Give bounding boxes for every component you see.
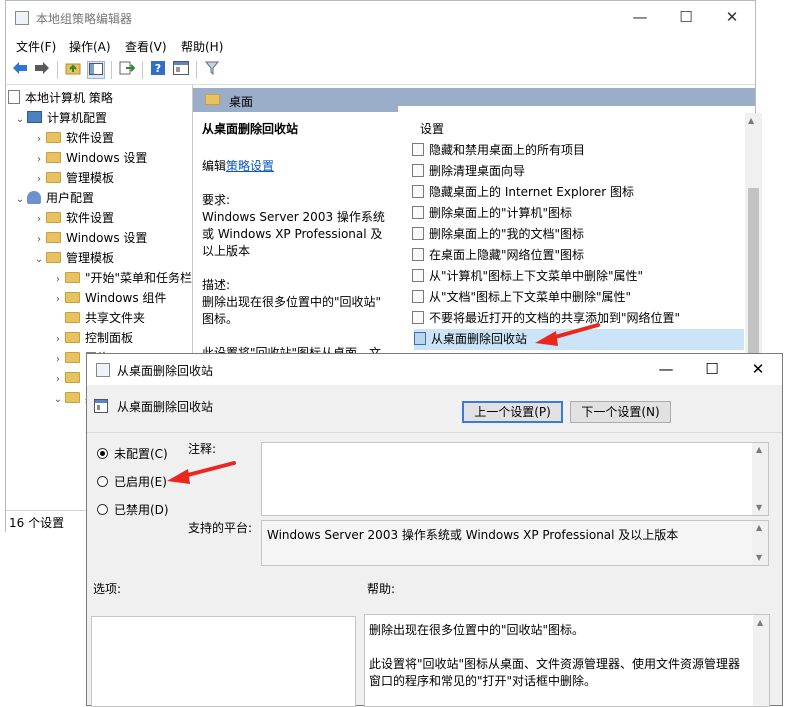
annotation-arrow-setting [535, 323, 600, 346]
annotation-arrow-enabled [167, 461, 236, 484]
annotation-overlay [167, 323, 600, 484]
